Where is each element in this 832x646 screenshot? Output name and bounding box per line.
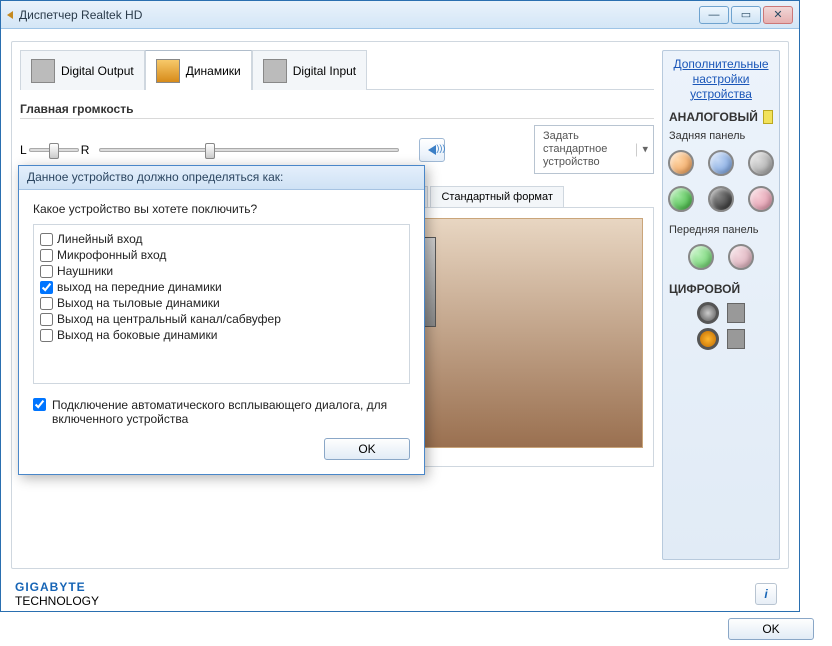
checkbox[interactable] [40, 281, 53, 294]
digital-row-1 [667, 302, 775, 324]
advanced-settings-link[interactable]: Дополнительные настройки устройства [667, 57, 775, 102]
volume-title: Главная громкость [20, 102, 654, 119]
close-button[interactable]: ✕ [763, 6, 793, 24]
auto-popup-checkbox[interactable] [33, 398, 46, 411]
checkbox[interactable] [40, 329, 53, 342]
sound-icon [428, 145, 436, 155]
option-rear-speakers[interactable]: Выход на тыловые динамики [40, 295, 403, 311]
shield-icon[interactable] [727, 303, 745, 323]
checkbox[interactable] [40, 233, 53, 246]
jack-black[interactable] [708, 186, 734, 212]
balance-slider[interactable] [29, 148, 79, 152]
option-front-speakers[interactable]: выход на передние динамики [40, 279, 403, 295]
digital-row-2 [667, 328, 775, 350]
analog-title: АНАЛОГОВЫЙ [669, 110, 773, 124]
default-device-dropdown[interactable]: Задать стандартное устройство [534, 125, 654, 174]
main-ok-wrap: OK [728, 618, 814, 640]
dialog-ok-button[interactable]: OK [324, 438, 410, 460]
checkbox[interactable] [40, 265, 53, 278]
right-panel: Дополнительные настройки устройства АНАЛ… [662, 50, 780, 560]
dialog-body: Какое устройство вы хотете поключить? Ли… [19, 190, 424, 474]
subtab-standard-format[interactable]: Стандартный формат [430, 186, 563, 207]
jack-front-green[interactable] [688, 244, 714, 270]
optical-on[interactable] [697, 328, 719, 350]
footer: GIGABYTE TECHNOLOGY i [1, 577, 799, 611]
tab-label: Digital Output [61, 64, 134, 78]
titlebar: Диспетчер Realtek HD — ▭ ✕ [1, 1, 799, 29]
device-icon [263, 59, 287, 83]
device-tabs: Digital Output Динамики Digital Input [20, 50, 654, 90]
jack-orange[interactable] [668, 150, 694, 176]
option-line-in[interactable]: Линейный вход [40, 231, 403, 247]
window-title: Диспетчер Realtek HD [19, 8, 142, 22]
brand-logo: GIGABYTE TECHNOLOGY [15, 580, 99, 608]
rear-panel-label: Задняя панель [669, 130, 773, 142]
shield-icon[interactable] [727, 329, 745, 349]
option-side-speakers[interactable]: Выход на боковые динамики [40, 327, 403, 343]
rear-jacks [667, 150, 775, 212]
tab-label: Digital Input [293, 64, 356, 78]
digital-title: ЦИФРОВОЙ [669, 282, 773, 296]
tab-digital-input[interactable]: Digital Input [252, 50, 367, 90]
dialog-title: Данное устройство должно определяться ка… [19, 166, 424, 190]
balance-control[interactable]: L R [20, 143, 89, 157]
checkbox[interactable] [40, 313, 53, 326]
auto-popup-row[interactable]: Подключение автоматического всплывающего… [33, 398, 410, 426]
brand-sub: TECHNOLOGY [15, 594, 99, 608]
jack-green[interactable] [668, 186, 694, 212]
volume-slider[interactable] [99, 148, 399, 152]
option-mic-in[interactable]: Микрофонный вход [40, 247, 403, 263]
info-button[interactable]: i [755, 583, 777, 605]
dialog-buttons: OK [33, 438, 410, 460]
tab-label: Динамики [186, 64, 241, 78]
tab-digital-output[interactable]: Digital Output [20, 50, 145, 90]
brand-name: GIGABYTE [15, 580, 99, 594]
left-label: L [20, 143, 27, 157]
device-type-dialog: Данное устройство должно определяться ка… [18, 165, 425, 475]
maximize-button[interactable]: ▭ [731, 6, 761, 24]
mute-button[interactable] [419, 138, 445, 162]
front-jacks [667, 244, 775, 270]
checkbox[interactable] [40, 249, 53, 262]
device-icon [31, 59, 55, 83]
tab-speakers[interactable]: Динамики [145, 50, 252, 90]
speakers-icon [156, 59, 180, 83]
optical-off[interactable] [697, 302, 719, 324]
right-label: R [81, 143, 90, 157]
jack-grey[interactable] [748, 150, 774, 176]
option-center-sub[interactable]: Выход на центральный канал/сабвуфер [40, 311, 403, 327]
main-ok-button[interactable]: OK [728, 618, 814, 640]
checkbox[interactable] [40, 297, 53, 310]
jack-blue[interactable] [708, 150, 734, 176]
jack-pink[interactable] [748, 186, 774, 212]
front-panel-label: Передняя панель [669, 224, 773, 236]
option-headphones[interactable]: Наушники [40, 263, 403, 279]
jack-front-pink[interactable] [728, 244, 754, 270]
options-list: Линейный вход Микрофонный вход Наушники … [33, 224, 410, 384]
auto-popup-label: Подключение автоматического всплывающего… [52, 398, 410, 426]
minimize-button[interactable]: — [699, 6, 729, 24]
speaker-icon [7, 9, 19, 21]
dialog-question: Какое устройство вы хотете поключить? [33, 202, 410, 216]
volume-section: Главная громкость L R Задать стандартное… [20, 102, 654, 174]
pin-icon [763, 110, 773, 124]
